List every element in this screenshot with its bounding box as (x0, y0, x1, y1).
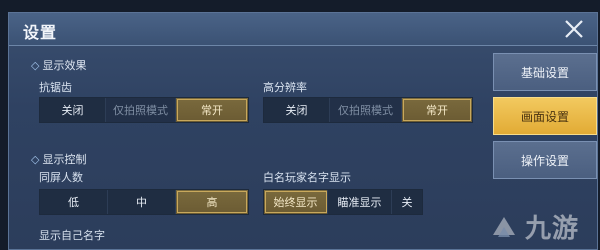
white-name-label: 白名玩家名字显示 (263, 171, 351, 184)
antialias-option-photo[interactable]: 仅拍照模式 (106, 98, 176, 122)
close-icon[interactable] (563, 18, 585, 40)
window-title: 设置 (23, 23, 58, 42)
antialias-selector: 关闭 仅拍照模式 常开 (39, 97, 249, 123)
section-display-effect: ◇ 显示效果 (31, 57, 86, 73)
high-res-selector: 关闭 仅拍照模式 常开 (263, 97, 473, 123)
logo-icon (493, 217, 515, 237)
tab-control-settings[interactable]: 操作设置 (493, 141, 597, 179)
high-res-option-always[interactable]: 常开 (402, 98, 472, 122)
section-title: 显示效果 (42, 59, 87, 72)
tab-basic-settings[interactable]: 基础设置 (493, 53, 597, 91)
high-res-option-photo[interactable]: 仅拍照模式 (330, 98, 402, 122)
diamond-icon: ◇ (31, 59, 40, 72)
antialias-option-always[interactable]: 常开 (176, 98, 248, 122)
diamond-icon: ◇ (31, 153, 40, 166)
own-name-label: 显示自己名字 (39, 229, 105, 242)
high-res-label: 高分辨率 (263, 81, 307, 94)
white-name-option-always[interactable]: 始终显示 (264, 190, 328, 214)
white-name-option-off[interactable]: 关 (392, 190, 422, 214)
settings-window: 设置 ◇ 显示效果 抗锯齿 关闭 仅拍照模式 常开 高分辨率 关闭 仅拍照模式 常… (8, 12, 598, 250)
antialias-option-off[interactable]: 关闭 (40, 98, 106, 122)
same-screen-selector: 低 中 高 (39, 189, 249, 215)
same-screen-option-low[interactable]: 低 (40, 190, 108, 214)
same-screen-option-high[interactable]: 高 (176, 190, 248, 214)
same-screen-label: 同屏人数 (39, 171, 83, 184)
title-bar: 设置 (9, 13, 597, 46)
white-name-selector: 始终显示 瞄准显示 关 (263, 189, 423, 215)
high-res-option-off[interactable]: 关闭 (264, 98, 330, 122)
watermark-text: 九游 (524, 214, 579, 244)
antialias-label: 抗锯齿 (39, 81, 72, 94)
white-name-option-aim[interactable]: 瞄准显示 (328, 190, 392, 214)
same-screen-option-mid[interactable]: 中 (108, 190, 176, 214)
section-title: 显示控制 (42, 153, 87, 166)
section-display-control: ◇ 显示控制 (31, 151, 86, 167)
tab-display-settings[interactable]: 画面设置 (493, 97, 597, 135)
settings-tabs: 基础设置 画面设置 操作设置 (493, 53, 597, 185)
